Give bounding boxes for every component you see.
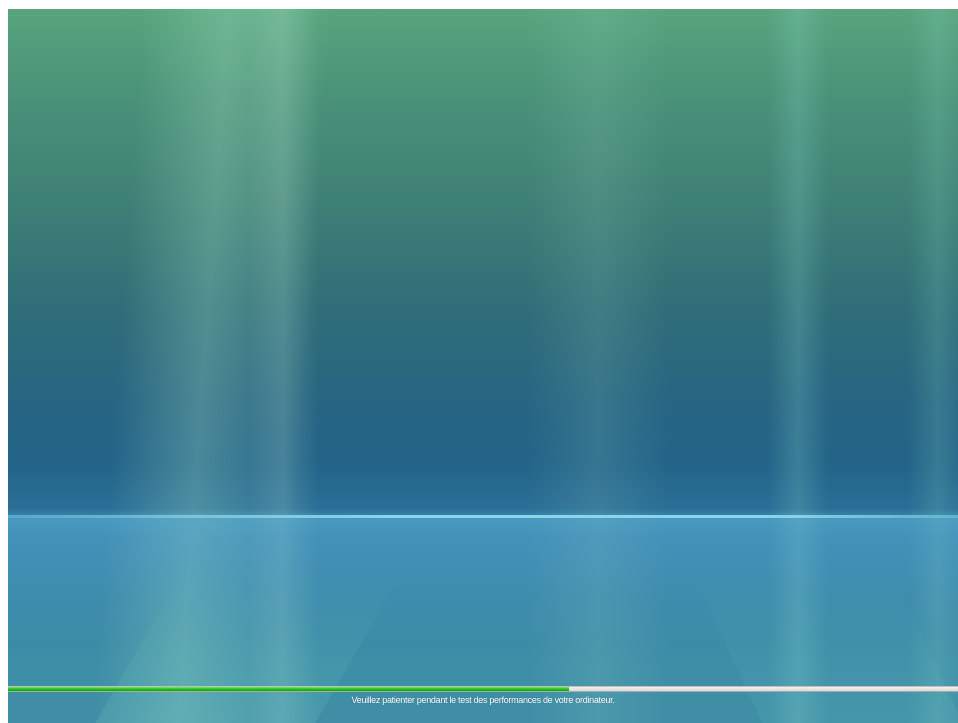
floor-glow bbox=[8, 518, 958, 723]
status-message: Veuillez patienter pendant le test des p… bbox=[351, 695, 615, 705]
progress-bar-fill bbox=[8, 687, 569, 691]
progress-bar bbox=[8, 686, 958, 692]
desktop-background: Veuillez patienter pendant le test des p… bbox=[8, 9, 958, 723]
